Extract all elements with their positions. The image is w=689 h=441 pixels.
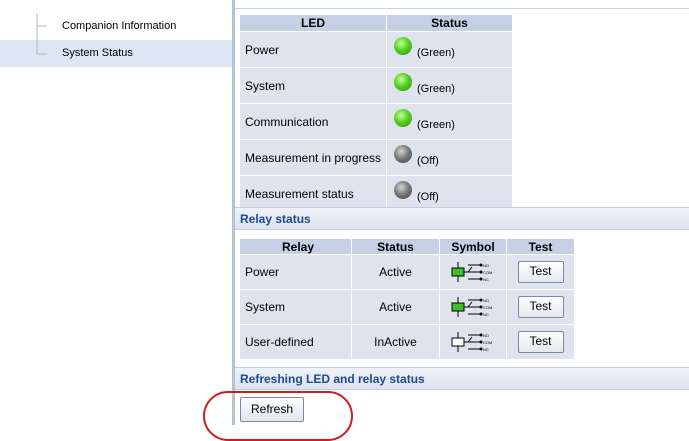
tree-connector-icon [36, 40, 47, 55]
section-title: Refreshing LED and relay status [240, 372, 425, 386]
table-row: System (Green) [240, 67, 513, 104]
led-green-icon [394, 37, 412, 55]
led-off-icon [394, 181, 412, 199]
section-title: Relay status [240, 212, 311, 226]
relay-test-cell: Test [506, 254, 575, 290]
led-status-text: (Off) [417, 155, 439, 167]
column-header-status: Status [351, 239, 440, 255]
relay-name: Power [240, 254, 352, 290]
table-row: Measurement status (Off) [240, 175, 513, 211]
led-name: Power [240, 31, 387, 68]
led-table-header: LED Status [240, 15, 513, 32]
table-row: User-defined InActive NO COM NC Test [240, 324, 575, 359]
relay-name: System [240, 289, 352, 325]
relay-status-table: Relay Status Symbol Test Power Active NO CO… [240, 239, 575, 359]
refresh-button[interactable]: Refresh [240, 397, 304, 422]
column-header-led: LED [240, 15, 387, 32]
led-status-wrap: (Off) [392, 176, 512, 211]
test-button[interactable]: Test [517, 331, 564, 353]
sidebar: Companion Information System Status [0, 0, 232, 425]
relay-status: InActive [351, 324, 440, 359]
led-status-text: (Green) [417, 47, 455, 59]
svg-text:COM: COM [483, 340, 492, 345]
led-name: Measurement status [240, 175, 387, 211]
relay-active-icon: NO COM NC [451, 297, 495, 317]
svg-text:COM: COM [483, 305, 492, 310]
led-status-text: (Green) [417, 83, 455, 95]
relay-table-header: Relay Status Symbol Test [240, 239, 575, 255]
column-header-symbol: Symbol [439, 239, 507, 255]
relay-test-cell: Test [506, 324, 575, 359]
led-status-wrap: (Green) [392, 68, 512, 103]
refresh-section-header: Refreshing LED and relay status [235, 367, 689, 390]
svg-text:NO: NO [483, 333, 489, 338]
column-header-test: Test [506, 239, 575, 255]
led-status-cell: (Green) [386, 31, 513, 68]
sidebar-item-label: Companion Information [62, 20, 177, 32]
relay-status-section-header: Relay status [235, 207, 689, 230]
led-status-cell: (Green) [386, 103, 513, 140]
table-row: Communication (Green) [240, 103, 513, 140]
table-row: Power (Green) [240, 31, 513, 68]
relay-active-icon: NO COM NC [451, 262, 495, 282]
relay-inactive-icon: NO COM NC [451, 332, 495, 352]
led-name: Communication [240, 103, 387, 140]
sidebar-item-companion-information[interactable]: Companion Information [0, 13, 232, 40]
table-row: Measurement in progress (Off) [240, 139, 513, 176]
led-green-icon [394, 109, 412, 127]
relay-symbol-cell: NO COM NC [439, 324, 507, 359]
column-header-relay: Relay [240, 239, 352, 255]
test-button[interactable]: Test [517, 296, 564, 318]
led-status-wrap: (Green) [392, 32, 512, 67]
sidebar-item-label: System Status [62, 47, 133, 59]
led-name: System [240, 67, 387, 104]
led-status-table: LED Status Power (Green) System (Green) Comm… [240, 15, 513, 211]
relay-name: User-defined [240, 324, 352, 359]
led-status-text: (Off) [417, 191, 439, 203]
led-name: Measurement in progress [240, 139, 387, 176]
svg-text:NO: NO [483, 298, 489, 303]
led-off-icon [394, 145, 412, 163]
led-status-cell: (Off) [386, 175, 513, 211]
tree-connector-icon [36, 13, 47, 40]
led-status-cell: (Off) [386, 139, 513, 176]
svg-text:NO: NO [483, 263, 489, 268]
svg-text:NC: NC [483, 312, 489, 317]
svg-text:NC: NC [483, 277, 489, 282]
relay-status: Active [351, 289, 440, 325]
relay-test-cell: Test [506, 289, 575, 325]
svg-text:COM: COM [483, 270, 492, 275]
sidebar-item-system-status[interactable]: System Status [0, 40, 232, 67]
led-status-cell: (Green) [386, 67, 513, 104]
led-status-wrap: (Off) [392, 140, 512, 175]
relay-symbol-cell: NO COM NC [439, 289, 507, 325]
top-divider [235, 8, 689, 9]
led-status-wrap: (Green) [392, 104, 512, 139]
led-status-text: (Green) [417, 119, 455, 131]
column-header-status: Status [386, 15, 513, 32]
svg-text:NC: NC [483, 347, 489, 352]
relay-symbol-cell: NO COM NC [439, 254, 507, 290]
led-green-icon [394, 73, 412, 91]
relay-status: Active [351, 254, 440, 290]
table-row: Power Active NO COM NC Test [240, 254, 575, 290]
test-button[interactable]: Test [517, 261, 564, 283]
table-row: System Active NO COM NC Test [240, 289, 575, 325]
